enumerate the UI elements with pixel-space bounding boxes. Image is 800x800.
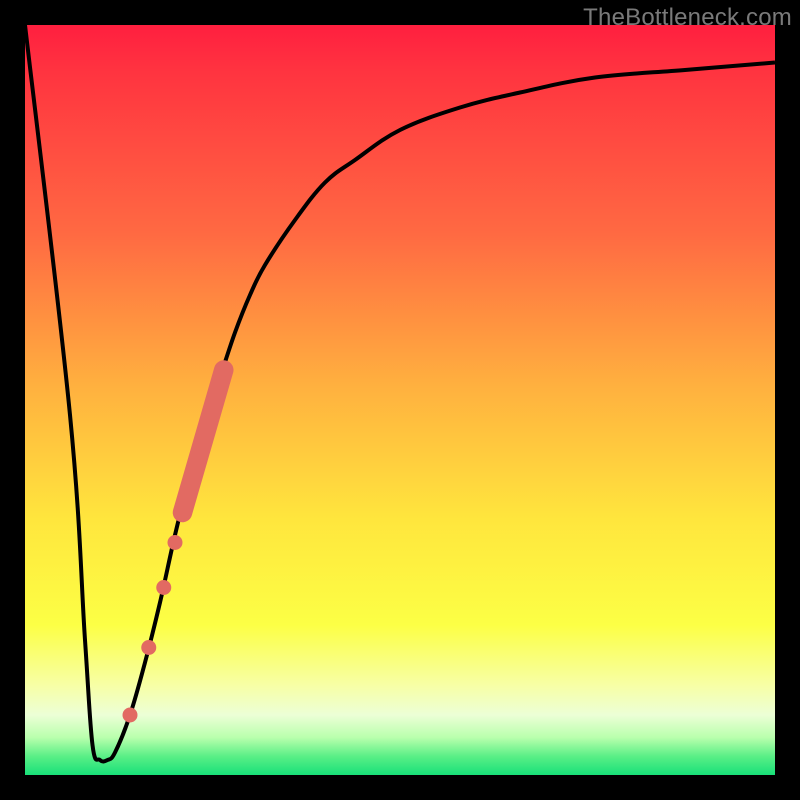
marker-dot (123, 708, 138, 723)
marker-dot (168, 535, 183, 550)
marker-dot (141, 640, 156, 655)
curve-layer (25, 25, 775, 775)
plot-area (25, 25, 775, 775)
marker-bar (183, 370, 224, 513)
chart-frame: TheBottleneck.com (0, 0, 800, 800)
marker-dot (156, 580, 171, 595)
bottleneck-curve (25, 25, 775, 762)
